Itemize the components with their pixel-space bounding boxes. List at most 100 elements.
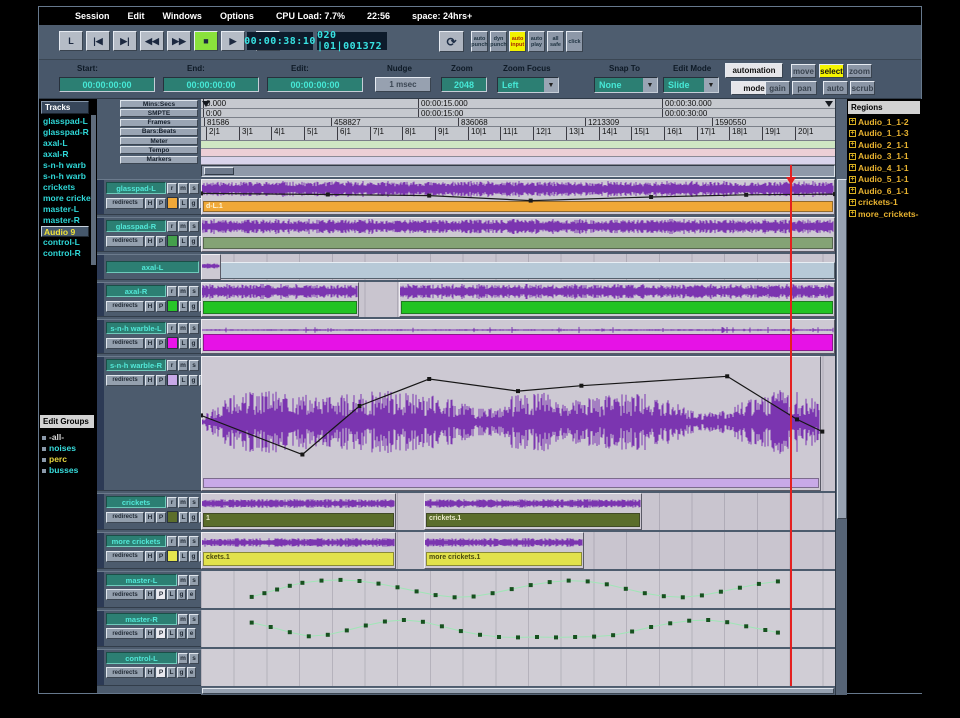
track-group-button[interactable]: g xyxy=(189,512,198,523)
track-name-button[interactable]: s-n-h warble-L xyxy=(106,322,166,334)
track-name-button[interactable]: more crickets xyxy=(106,535,166,547)
track-group-button[interactable]: g xyxy=(189,375,198,386)
playlist-button[interactable]: P xyxy=(156,338,166,349)
sidebar-track-control-l[interactable]: control-L xyxy=(41,237,89,248)
redirects-button[interactable]: redirects xyxy=(106,338,144,349)
region-name-bar[interactable]: more crickets.1 xyxy=(426,552,582,566)
track-record-button[interactable]: r xyxy=(167,221,177,232)
track-lane-more-crickets[interactable]: ckets.1 more crickets.1 xyxy=(201,532,835,569)
region-name-bar[interactable] xyxy=(203,301,357,314)
ruler-button-tempo[interactable]: Tempo xyxy=(120,146,198,154)
zoom-focus-select[interactable]: Left ▼ xyxy=(497,77,559,93)
track-solo-button[interactable]: s xyxy=(189,221,199,232)
sidebar-track-control-r[interactable]: control-R xyxy=(41,248,89,259)
edit-canvas[interactable]: 0.00000:00:15.00000:00:30.000 0:0000:00:… xyxy=(201,99,835,695)
track-mute-button[interactable]: m xyxy=(178,221,188,232)
region-name-bar[interactable] xyxy=(401,301,833,314)
group-activate-box[interactable] xyxy=(42,436,46,440)
region-item-crickets-1[interactable]: +crickets-1 xyxy=(849,197,921,209)
menu-item-session[interactable]: Session xyxy=(75,11,110,21)
sidebar-track-master-r[interactable]: master-R xyxy=(41,215,89,226)
expand-plus-icon[interactable]: + xyxy=(849,141,856,148)
track-solo-button[interactable]: s xyxy=(189,653,199,664)
track-solo-button[interactable]: s xyxy=(189,536,199,547)
track-mute-button[interactable]: m xyxy=(178,323,188,334)
end-clock[interactable]: 00:00:00:00 xyxy=(163,77,259,92)
expand-plus-icon[interactable]: + xyxy=(849,130,856,137)
edit-group-perc[interactable]: perc xyxy=(41,454,93,465)
track-color-swatch[interactable] xyxy=(167,550,178,562)
track-lane-glasspad-l[interactable]: d-L.1 xyxy=(201,179,835,215)
playlist-button[interactable]: P xyxy=(156,551,166,562)
track-solo-button[interactable]: s xyxy=(189,497,199,508)
sidebar-track-axal-r[interactable]: axal-R xyxy=(41,149,89,160)
toggle-all-safe[interactable]: allsafe xyxy=(547,31,564,52)
track-solo-button[interactable]: s xyxy=(189,360,199,371)
fast-forward-button[interactable]: ▶▶ xyxy=(167,31,191,51)
hide-button[interactable]: H xyxy=(145,628,155,639)
track-color-swatch[interactable] xyxy=(167,374,178,386)
expand-plus-icon[interactable]: + xyxy=(849,176,856,183)
edit-clock[interactable]: 00:00:00:00 xyxy=(267,77,363,92)
audio-region[interactable] xyxy=(201,217,835,252)
track-lane-s-n-h-warble-r[interactable] xyxy=(201,356,835,491)
expand-plus-icon[interactable]: + xyxy=(849,199,856,206)
playlist-button[interactable]: P xyxy=(156,628,166,639)
sidebar-track-master-l[interactable]: master-L xyxy=(41,204,89,215)
redirects-button[interactable]: redirects xyxy=(106,628,144,639)
redirects-button[interactable]: redirects xyxy=(106,589,144,600)
track-mute-button[interactable]: m xyxy=(178,286,188,297)
chevron-down-icon[interactable]: ▼ xyxy=(544,78,558,92)
gain-automation-points[interactable] xyxy=(201,571,835,608)
sidebar-track-more-cricket[interactable]: more cricket xyxy=(41,193,89,204)
track-solo-button[interactable]: s xyxy=(189,183,199,194)
track-lane-crickets[interactable]: 1crickets.1 xyxy=(201,493,835,530)
track-color-swatch[interactable] xyxy=(167,511,178,523)
audio-region[interactable]: more crickets.1 xyxy=(424,532,584,569)
region-item-audio-1-1-2[interactable]: +Audio_1_1-2 xyxy=(849,116,921,128)
expand-plus-icon[interactable]: + xyxy=(849,153,856,160)
track-lock-button[interactable]: L xyxy=(179,551,188,562)
hide-button[interactable]: H xyxy=(145,375,155,386)
go-start-button[interactable]: |◀ xyxy=(86,31,110,51)
ruler-bars[interactable]: 2|13|14|15|16|17|18|19|110|111|112|113|1… xyxy=(201,127,835,141)
zoom-value[interactable]: 2048 xyxy=(441,77,487,92)
edit-group-all[interactable]: -all- xyxy=(41,432,93,443)
chevron-down-icon[interactable]: ▼ xyxy=(643,78,657,92)
expand-plus-icon[interactable]: + xyxy=(849,118,856,125)
playlist-button[interactable]: P xyxy=(156,589,166,600)
track-solo-button[interactable]: s xyxy=(189,323,199,334)
markers-band[interactable] xyxy=(201,157,835,165)
menu-item-edit[interactable]: Edit xyxy=(128,11,145,21)
hide-button[interactable]: H xyxy=(145,589,155,600)
track-mute-button[interactable]: m xyxy=(178,536,188,547)
hide-button[interactable]: H xyxy=(145,236,155,247)
tracks-list-scrollbar[interactable] xyxy=(91,115,96,265)
track-lane-s-n-h-warble-l[interactable] xyxy=(201,319,835,354)
group-activate-box[interactable] xyxy=(42,469,46,473)
audio-region[interactable] xyxy=(201,319,835,354)
track-group-button[interactable]: g xyxy=(177,589,186,600)
track-group-button[interactable]: g xyxy=(189,551,198,562)
track-record-button[interactable]: r xyxy=(167,286,177,297)
ruler-button-meter[interactable]: Meter xyxy=(120,137,198,145)
redirects-button[interactable]: redirects xyxy=(106,512,144,523)
audio-region[interactable]: ckets.1 xyxy=(201,532,396,569)
track-color-swatch[interactable] xyxy=(167,235,178,247)
redirects-button[interactable]: redirects xyxy=(106,551,144,562)
mouse-mode-select[interactable]: select xyxy=(819,64,844,78)
playlist-button[interactable]: P xyxy=(156,667,166,678)
region-item-audio-3-1-1[interactable]: +Audio_3_1-1 xyxy=(849,151,921,163)
edit-group-busses[interactable]: busses xyxy=(41,465,93,476)
group-activate-box[interactable] xyxy=(42,447,46,451)
track-color-swatch[interactable] xyxy=(167,197,178,209)
track-name-button[interactable]: control-L xyxy=(106,652,177,664)
ruler-button-frames[interactable]: Frames xyxy=(120,119,198,127)
track-edit-button[interactable]: e xyxy=(187,628,196,639)
sidebar-track-glasspad-r[interactable]: glasspad-R xyxy=(41,127,89,138)
track-record-button[interactable]: r xyxy=(167,360,177,371)
track-lane-glasspad-r[interactable] xyxy=(201,217,835,252)
canvas-scroll-strip[interactable] xyxy=(201,165,835,177)
track-mute-button[interactable]: m xyxy=(178,614,188,625)
track-group-button[interactable]: g xyxy=(189,338,198,349)
